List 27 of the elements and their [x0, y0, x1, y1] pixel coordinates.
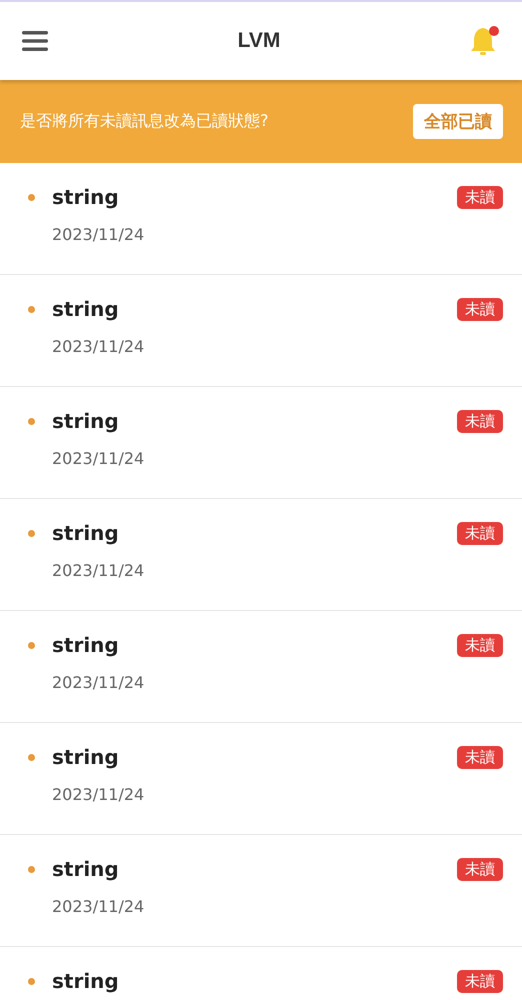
app-title: LVM — [238, 29, 280, 53]
unread-badge: 未讀 — [457, 186, 503, 208]
unread-badge: 未讀 — [457, 746, 503, 768]
message-title[interactable]: string — [52, 633, 457, 657]
message-title[interactable]: string — [52, 297, 457, 321]
message-date: 2023/11/24 — [52, 673, 146, 692]
unread-badge: 未讀 — [457, 858, 503, 880]
message-date: 2023/11/24 — [52, 225, 146, 244]
message-title[interactable]: string — [52, 185, 457, 209]
message-title[interactable]: string — [52, 857, 457, 881]
unread-badge: 未讀 — [457, 410, 503, 432]
message-date: 2023/11/24 — [52, 337, 146, 356]
unread-badge: 未讀 — [457, 298, 503, 320]
message-title[interactable]: string — [52, 969, 457, 993]
unread-badge: 未讀 — [457, 970, 503, 992]
bell-icon[interactable] — [470, 25, 500, 57]
menu-icon[interactable] — [22, 30, 48, 52]
message-title[interactable]: string — [52, 521, 457, 545]
message-date: 2023/11/24 — [52, 561, 146, 580]
banner-message: 是否將所有未讀訊息改為已讀狀態? — [20, 111, 268, 132]
unread-badge: 未讀 — [457, 522, 503, 544]
unread-badge: 未讀 — [457, 634, 503, 656]
message-title[interactable]: string — [52, 409, 457, 433]
message-title[interactable]: string — [52, 745, 457, 769]
message-date: 2023/11/24 — [52, 449, 146, 468]
message-date: 2023/11/24 — [52, 785, 146, 804]
message-date: 2023/11/24 — [52, 897, 146, 916]
